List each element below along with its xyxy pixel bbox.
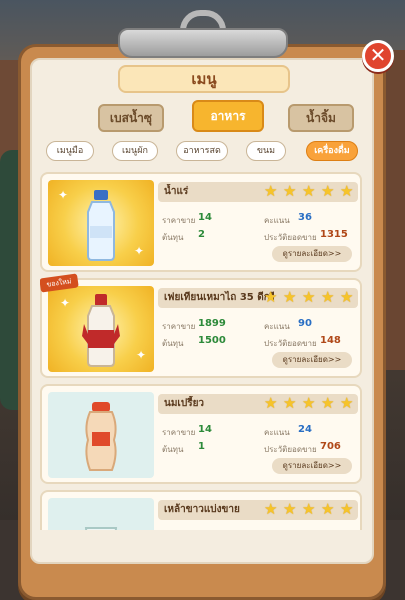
star-icon: ★ (340, 500, 354, 518)
sales-history-value: 148 (320, 335, 341, 346)
star-icon: ★ (302, 394, 316, 412)
score-value: 24 (298, 424, 312, 435)
sales-history-label: ประวัติยอดขาย (264, 339, 317, 348)
menu-item-card[interactable]: ✦ ✦ ของใหม่ เฟยเทียนเหมาไถ 35 ดีกรี ★ ★ … (40, 273, 362, 378)
glass-icon (84, 527, 118, 530)
star-icon: ★ (321, 500, 335, 518)
star-icon: ★ (321, 182, 335, 200)
clipboard-clip (118, 10, 288, 58)
view-details-button[interactable]: ดูรายละเอียด>> (272, 352, 352, 368)
menu-title: เมนู (118, 65, 290, 93)
score-label: คะแนน (264, 428, 290, 437)
close-button[interactable]: ✕ (362, 40, 394, 72)
star-icon: ★ (302, 500, 316, 518)
cost-value: 2 (198, 229, 205, 240)
subcategory-chips: เมนูมือ เมนูผัก อาหารสด ขนม เครื่องดื่ม (46, 141, 358, 163)
star-icon: ★ (283, 288, 297, 306)
price-label: ราคาขาย (162, 216, 196, 225)
item-name: เหล้าขาวแบ่งขาย (164, 504, 240, 515)
item-name: เฟยเทียนเหมาไถ 35 ดีกรี (164, 292, 274, 303)
star-icon: ★ (264, 182, 278, 200)
cost-value: 1 (198, 441, 205, 452)
item-name: นมเปรี้ยว (164, 398, 205, 409)
cost-label: ต้นทุน (162, 233, 184, 242)
star-icon: ★ (283, 500, 297, 518)
star-icon: ★ (264, 500, 278, 518)
category-tabs: เบสน้ำซุ อาหาร น้ำจิ้ม (98, 100, 356, 134)
cost-label: ต้นทุน (162, 445, 184, 454)
star-icon: ★ (340, 288, 354, 306)
tab-dipping-sauce[interactable]: น้ำจิ้ม (288, 104, 354, 132)
price-label: ราคาขาย (162, 322, 196, 331)
cost-value: 1500 (198, 335, 226, 346)
close-icon: ✕ (369, 43, 387, 67)
star-icon: ★ (264, 288, 278, 306)
item-list: ✦ ✦ น้ำแร่ ★ ★ ★ ★ ★ ราคาขาย 14 ต้นทุน 2… (40, 170, 366, 530)
rating-stars: ★ ★ ★ ★ ★ (264, 184, 356, 200)
price-value: 1899 (198, 318, 226, 329)
rating-stars: ★ ★ ★ ★ ★ (264, 502, 356, 518)
menu-item-card[interactable]: นมเปรี้ยว ★ ★ ★ ★ ★ ราคาขาย 14 ต้นทุน 1 … (40, 384, 362, 484)
score-label: คะแนน (264, 216, 290, 225)
chip-vegetable-menu[interactable]: เมนูผัก (112, 141, 158, 161)
star-icon: ★ (321, 394, 335, 412)
chip-drinks[interactable]: เครื่องดื่ม (306, 141, 358, 161)
sales-history-label: ประวัติยอดขาย (264, 233, 317, 242)
view-details-button[interactable]: ดูรายละเอียด>> (272, 458, 352, 474)
sparkle-icon: ✦ (134, 244, 145, 258)
star-icon: ★ (321, 288, 335, 306)
item-thumbnail (48, 498, 154, 530)
star-icon: ★ (340, 182, 354, 200)
sales-history-value: 1315 (320, 229, 348, 240)
star-icon: ★ (283, 182, 297, 200)
item-thumbnail (48, 392, 154, 478)
star-icon: ★ (283, 394, 297, 412)
menu-item-card[interactable]: ✦ ✦ น้ำแร่ ★ ★ ★ ★ ★ ราคาขาย 14 ต้นทุน 2… (40, 172, 362, 272)
star-icon: ★ (264, 394, 278, 412)
cost-label: ต้นทุน (162, 339, 184, 348)
sales-history-label: ประวัติยอดขาย (264, 445, 317, 454)
item-thumbnail: ✦ ✦ (48, 286, 154, 372)
score-value: 90 (298, 318, 312, 329)
sparkle-icon: ✦ (136, 348, 147, 362)
item-name: น้ำแร่ (164, 186, 189, 197)
score-value: 36 (298, 212, 312, 223)
price-value: 14 (198, 212, 212, 223)
chip-snack[interactable]: ขนม (246, 141, 286, 161)
rating-stars: ★ ★ ★ ★ ★ (264, 396, 356, 412)
price-value: 14 (198, 424, 212, 435)
sales-history-value: 706 (320, 441, 341, 452)
score-label: คะแนน (264, 322, 290, 331)
view-details-button[interactable]: ดูรายละเอียด>> (272, 246, 352, 262)
tab-soup-base[interactable]: เบสน้ำซุ (98, 104, 164, 132)
chip-fresh-food[interactable]: อาหารสด (176, 141, 228, 161)
menu-item-card[interactable]: เหล้าขาวแบ่งขาย ★ ★ ★ ★ ★ (40, 490, 362, 530)
yogurt-drink-icon (85, 402, 117, 471)
star-icon: ★ (340, 394, 354, 412)
item-thumbnail: ✦ ✦ (48, 180, 154, 266)
star-icon: ★ (302, 182, 316, 200)
chip-hand-menu[interactable]: เมนูมือ (46, 141, 94, 161)
clip-plate (118, 28, 288, 58)
tab-food[interactable]: อาหาร (192, 100, 264, 132)
price-label: ราคาขาย (162, 428, 196, 437)
star-icon: ★ (302, 288, 316, 306)
sparkle-icon: ✦ (58, 188, 69, 202)
rating-stars: ★ ★ ★ ★ ★ (264, 290, 356, 306)
sparkle-icon: ✦ (60, 296, 71, 310)
